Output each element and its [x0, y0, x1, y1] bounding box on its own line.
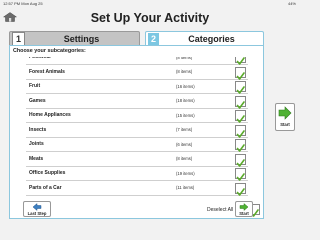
checkmark-icon	[236, 187, 245, 196]
deselect-all-label: Deselect All	[207, 207, 234, 213]
subcategory-name: Parts of a Car	[29, 184, 62, 191]
tab-label: Settings	[63, 34, 100, 44]
subcategory-checkbox[interactable]	[235, 153, 246, 167]
tab-categories[interactable]: 2 Categories	[145, 31, 264, 46]
list-item[interactable]: Home Appliances (15 items)	[26, 109, 248, 123]
list-item[interactable]: Forest Animals (8 items)	[26, 66, 248, 80]
subcategory-name: Meats	[29, 155, 44, 162]
last-step-label: Last Step	[27, 210, 47, 216]
subcategory-checkbox[interactable]	[235, 66, 246, 80]
list-item[interactable]: Games (18 items)	[26, 95, 248, 109]
status-battery: 44%	[287, 1, 296, 6]
list-item[interactable]: Fruit (16 items)	[26, 80, 248, 94]
subcategory-name: Forest Animals	[29, 68, 65, 75]
item-count: (8 items)	[176, 156, 193, 161]
subcategory-checkbox[interactable]	[235, 124, 246, 138]
list-item[interactable]: Office Supplies (19 items)	[26, 167, 248, 181]
item-count: (18 items)	[176, 98, 195, 103]
list-item[interactable]: Meats (8 items)	[26, 153, 248, 167]
list-item[interactable]: Footwear (8 items)	[26, 57, 248, 65]
subcategory-name: Games	[29, 97, 46, 104]
item-count: (8 items)	[176, 57, 193, 60]
subcategory-checkbox[interactable]	[235, 95, 246, 109]
subcategories-heading: Choose your subcategories:	[13, 48, 86, 54]
item-count: (8 items)	[176, 69, 193, 74]
subcategory-checkbox[interactable]	[235, 57, 246, 65]
side-start-button[interactable]: Start	[275, 103, 295, 131]
subcategory-name: Footwear	[29, 57, 52, 60]
last-step-button[interactable]: Last Step	[23, 201, 51, 217]
list-item[interactable]: Insects (7 items)	[26, 124, 248, 138]
subcategory-checkbox[interactable]	[235, 182, 246, 196]
subcategory-name: Insects	[29, 126, 47, 133]
categories-panel: Choose your subcategories: Footwear (8 it…	[9, 45, 264, 219]
subcategory-name: Joints	[29, 141, 44, 147]
subcategory-name: Home Appliances	[29, 112, 71, 118]
subcategory-checkbox[interactable]	[235, 168, 246, 181]
subcategory-name: Fruit	[29, 83, 41, 89]
subcategory-list[interactable]: Footwear (8 items) Forest Animals (8 items)…	[26, 57, 248, 204]
bottom-start-button[interactable]: Start	[235, 201, 253, 217]
list-item[interactable]: Joints (6 items)	[26, 138, 248, 152]
tab-label: Categories	[188, 34, 235, 44]
item-count: (6 items)	[176, 141, 193, 147]
subcategory-checkbox[interactable]	[235, 81, 246, 94]
side-start-label: Start	[280, 122, 290, 127]
tab-number: 2	[148, 33, 159, 45]
item-count: (11 items)	[176, 185, 195, 190]
list-item[interactable]: Parts of a Car (11 items)	[26, 182, 248, 196]
item-count: (7 items)	[176, 127, 193, 132]
status-time: 12:57 PM Mon Aug 25	[3, 1, 43, 6]
subcategory-checkbox[interactable]	[235, 110, 246, 123]
status-bar: 12:57 PM Mon Aug 25 44%	[0, 0, 300, 7]
subcategory-checkbox[interactable]	[235, 139, 246, 152]
item-count: (16 items)	[176, 83, 195, 89]
item-count: (19 items)	[176, 170, 195, 176]
right-arrow-icon	[278, 106, 292, 120]
item-count: (15 items)	[176, 112, 195, 118]
bottom-start-label: Start	[239, 210, 249, 216]
subcategory-name: Office Supplies	[29, 170, 66, 176]
page-title: Set Up Your Activity	[90, 11, 210, 25]
